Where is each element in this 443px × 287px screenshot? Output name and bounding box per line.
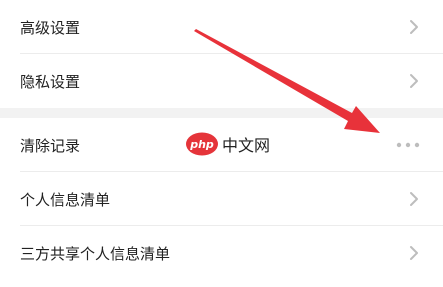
chevron-right-icon [410,246,418,260]
more-horizontal-icon[interactable] [395,141,421,149]
settings-item-advanced[interactable]: 高级设置 [0,0,443,54]
chevron-right-icon [410,192,418,206]
settings-item-label: 三方共享个人信息清单 [20,244,171,263]
settings-item-label: 隐私设置 [20,72,81,91]
settings-item-privacy[interactable]: 隐私设置 [0,54,443,108]
settings-item-label: 清除记录 [20,136,81,155]
settings-group-top: 高级设置 隐私设置 [0,0,443,108]
settings-item-label: 个人信息清单 [20,190,111,209]
php-cn-watermark: php 中文网 [185,130,270,158]
watermark-logo-text: php [189,138,214,151]
php-logo-icon: php [186,132,218,156]
settings-item-label: 高级设置 [20,18,81,37]
watermark-site-text: 中文网 [222,136,271,155]
settings-screen: 高级设置 隐私设置 清除记录 个人信息清单 三方共享个人信息清单 php 中文网 [0,0,443,287]
chevron-right-icon [410,74,418,88]
settings-item-third-party-info-list[interactable]: 三方共享个人信息清单 [0,226,443,280]
chevron-right-icon [410,20,418,34]
settings-item-personal-info-list[interactable]: 个人信息清单 [0,172,443,226]
